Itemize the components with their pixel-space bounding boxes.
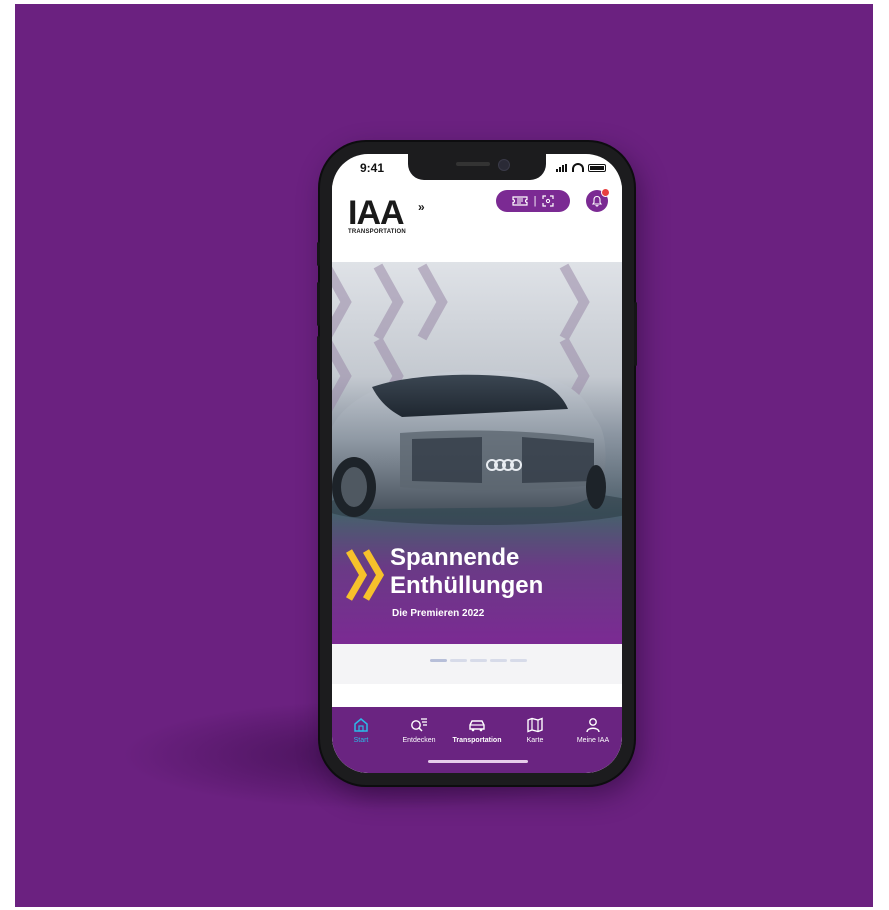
tab-start[interactable]: Start bbox=[332, 715, 390, 744]
hero-title: Spannende Enthüllungen bbox=[390, 544, 620, 600]
phone-screen: 9:41 IAA » TRANSPORTATION | Spannende En… bbox=[332, 154, 622, 773]
tab-transportation[interactable]: Transportation bbox=[448, 715, 506, 744]
tab-entdecken[interactable]: Entdecken bbox=[390, 715, 448, 744]
hero-chevron-icon bbox=[346, 549, 385, 601]
ticket-scan-pill[interactable]: | bbox=[496, 190, 570, 212]
volume-down-button bbox=[317, 336, 320, 380]
hero-title-line2: Enthüllungen bbox=[390, 572, 544, 599]
home-indicator[interactable] bbox=[428, 760, 528, 763]
pager-dot[interactable] bbox=[470, 659, 487, 662]
tab-entdecken-label: Entdecken bbox=[402, 737, 436, 744]
tab-start-label: Start bbox=[353, 737, 369, 744]
home-icon bbox=[354, 718, 368, 732]
logo-subtitle: TRANSPORTATION bbox=[348, 229, 406, 235]
ticket-icon[interactable] bbox=[511, 196, 528, 206]
hero-title-line1: Spannende bbox=[390, 544, 520, 571]
truck-icon bbox=[469, 720, 485, 732]
tab-meine-iaa-label: Meine IAA bbox=[576, 737, 610, 744]
status-time: 9:41 bbox=[360, 161, 385, 175]
pager-dot[interactable] bbox=[490, 659, 507, 662]
pill-separator: | bbox=[533, 194, 537, 207]
logo-text: IAA bbox=[348, 194, 405, 232]
app-header: IAA » TRANSPORTATION bbox=[332, 184, 622, 244]
pager-dot[interactable] bbox=[430, 659, 447, 662]
notch bbox=[408, 154, 546, 180]
car-image bbox=[332, 370, 622, 525]
bell-icon bbox=[591, 195, 603, 207]
mute-switch bbox=[317, 242, 320, 266]
scan-icon[interactable] bbox=[542, 195, 555, 207]
tab-meine-iaa[interactable]: Meine IAA bbox=[564, 715, 622, 744]
tab-karte-label: Karte bbox=[526, 737, 544, 744]
volume-up-button bbox=[317, 282, 320, 326]
power-button bbox=[634, 302, 637, 366]
iaa-logo[interactable]: IAA » TRANSPORTATION bbox=[348, 194, 425, 235]
logo-waves-icon: » bbox=[418, 200, 425, 214]
notifications-button[interactable] bbox=[586, 188, 610, 212]
hero-subtitle: Die Premieren 2022 bbox=[392, 608, 485, 619]
phone-device: 9:41 IAA » TRANSPORTATION | Spannende En… bbox=[317, 142, 637, 785]
notification-badge bbox=[601, 188, 610, 197]
pager-dot[interactable] bbox=[510, 659, 527, 662]
bottom-tab-bar: Start Entdecken Transportation Karte Mei… bbox=[332, 707, 622, 773]
battery-icon bbox=[588, 163, 606, 172]
hero-banner[interactable]: Spannende Enthüllungen Die Premieren 202… bbox=[332, 262, 622, 644]
carousel-pager bbox=[332, 644, 622, 684]
signal-icon bbox=[556, 163, 568, 172]
speaker bbox=[456, 162, 490, 166]
pager-dot[interactable] bbox=[450, 659, 467, 662]
person-icon bbox=[586, 718, 600, 733]
status-icons bbox=[556, 163, 606, 172]
discover-search-icon bbox=[411, 718, 427, 732]
tab-karte[interactable]: Karte bbox=[506, 715, 564, 744]
pager-dots bbox=[430, 659, 527, 662]
camera bbox=[498, 159, 510, 171]
wifi-icon bbox=[572, 163, 584, 172]
map-icon bbox=[527, 717, 543, 733]
tab-transportation-label: Transportation bbox=[452, 737, 502, 744]
